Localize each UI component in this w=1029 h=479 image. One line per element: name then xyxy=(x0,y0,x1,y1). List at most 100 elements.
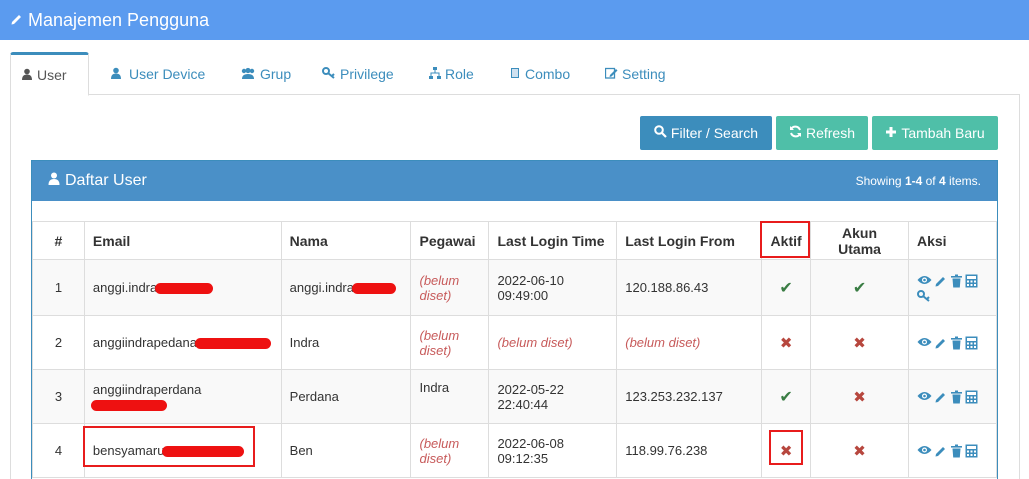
key-icon[interactable] xyxy=(916,289,931,302)
col-aksi: Aksi xyxy=(907,221,998,260)
add-new-button[interactable]: Tambah Baru xyxy=(872,116,998,150)
akun-utama-cross-icon: ✖ xyxy=(810,315,909,370)
table-row: 2 anggiindrapedana Indra (belum diset) (… xyxy=(32,315,998,370)
col-email[interactable]: Email xyxy=(83,221,282,260)
last-login-time-cell: (belum diset) xyxy=(488,315,618,370)
user-icon xyxy=(110,66,126,82)
row-number: 1 xyxy=(32,259,85,316)
col-last-login-from[interactable]: Last Login From xyxy=(616,221,763,260)
table-row: 4 bensyamaru Ben (belum diset) 2022-06-0… xyxy=(32,423,998,478)
refresh-button[interactable]: Refresh xyxy=(776,116,868,150)
refresh-icon xyxy=(789,125,806,141)
tab-combo[interactable]: Combo xyxy=(499,52,580,95)
user-icon xyxy=(48,172,60,190)
nama-cell: Ben xyxy=(280,423,412,478)
table-row: 1 anggi.indra anggi.indra (belum diset) … xyxy=(32,259,998,316)
table-row: 3 anggiindraperdana Perdana Indra 2022-0… xyxy=(32,369,998,424)
tab-user-device[interactable]: User Device xyxy=(100,52,215,95)
login-date: 2022-05-22 xyxy=(497,381,564,397)
row-number: 4 xyxy=(32,423,85,478)
email-cell: anggiindraperdana xyxy=(83,369,282,424)
panel-title: Daftar User xyxy=(65,172,147,189)
edit-pencil-icon[interactable] xyxy=(934,274,948,288)
page-title: Manajemen Pengguna xyxy=(28,9,210,30)
calculator-icon[interactable] xyxy=(965,336,978,350)
last-login-from-cell: (belum diset) xyxy=(616,315,763,370)
tab-grup[interactable]: Grup xyxy=(230,52,301,95)
edit-pencil-icon[interactable] xyxy=(934,336,948,350)
tab-role[interactable]: Role xyxy=(419,52,484,95)
tab-user-label: User xyxy=(37,67,67,83)
redaction-mark xyxy=(195,338,272,350)
view-eye-icon[interactable] xyxy=(917,390,932,404)
calculator-icon[interactable] xyxy=(965,390,978,404)
email-cell: bensyamaru xyxy=(83,423,282,478)
col-pegawai[interactable]: Pegawai xyxy=(410,221,490,260)
aktif-cross-icon: ✖ xyxy=(761,315,812,370)
add-new-label: Tambah Baru xyxy=(901,125,985,141)
login-time: 22:40:44 xyxy=(497,396,549,412)
filter-search-button[interactable]: Filter / Search xyxy=(640,116,772,150)
pegawai-cell: Indra xyxy=(410,369,490,424)
user-table: # Email Nama Pegawai Last Login Time Las… xyxy=(32,221,998,478)
col-last-login-time[interactable]: Last Login Time xyxy=(488,221,618,260)
trash-icon[interactable] xyxy=(950,336,963,350)
last-login-time-cell: 2022-06-10 09:49:00 xyxy=(488,259,618,316)
aktif-check-icon: ✔ xyxy=(761,369,812,424)
edit-pencil-icon[interactable] xyxy=(934,444,948,458)
aksi-cell xyxy=(907,259,998,316)
email-text: anggi.indra xyxy=(92,280,158,295)
last-login-from-cell: 120.188.86.43 xyxy=(616,259,763,316)
email-text: bensyamaru xyxy=(92,443,165,458)
pegawai-cell: (belum diset) xyxy=(410,259,490,316)
pegawai-cell: (belum diset) xyxy=(410,423,490,478)
row-number: 3 xyxy=(32,369,85,424)
search-icon xyxy=(654,125,671,141)
summary-suffix: items. xyxy=(945,174,981,188)
last-login-time-cell: 2022-05-22 22:40:44 xyxy=(488,369,618,424)
calculator-icon[interactable] xyxy=(965,274,978,288)
nama-cell: Indra xyxy=(280,315,412,370)
row-number: 2 xyxy=(32,315,85,370)
trash-icon[interactable] xyxy=(950,274,963,288)
view-eye-icon[interactable] xyxy=(917,336,932,350)
view-eye-icon[interactable] xyxy=(917,444,932,458)
edit-icon xyxy=(604,66,622,82)
col-akun-utama[interactable]: Akun Utama xyxy=(810,221,909,260)
sitemap-icon xyxy=(429,66,445,82)
akun-utama-cross-icon: ✖ xyxy=(810,423,909,478)
items-summary: Showing 1-4 of 4 items. xyxy=(856,174,981,188)
redaction-mark xyxy=(351,283,396,295)
col-aktif[interactable]: Aktif xyxy=(761,221,812,260)
trash-icon[interactable] xyxy=(950,444,963,458)
nama-cell: Perdana xyxy=(280,369,412,424)
tab-role-label: Role xyxy=(445,65,474,82)
tab-privilege-label: Privilege xyxy=(340,65,394,82)
email-text: anggiindrapedana xyxy=(92,335,198,350)
redaction-mark xyxy=(155,283,214,295)
email-text: anggiindraperdana xyxy=(92,381,202,397)
calculator-icon[interactable] xyxy=(965,444,978,458)
trash-icon[interactable] xyxy=(950,390,963,404)
col-number[interactable]: # xyxy=(32,221,85,260)
email-cell: anggiindrapedana xyxy=(83,315,282,370)
summary-range: 1-4 xyxy=(904,174,923,188)
tab-user[interactable]: User xyxy=(10,52,89,96)
panel-header: Daftar User Showing 1-4 of 4 items. xyxy=(32,161,997,201)
table-header-row: # Email Nama Pegawai Last Login Time Las… xyxy=(32,221,998,260)
login-time: 09:12:35 xyxy=(497,450,549,466)
key-icon xyxy=(322,66,340,82)
edit-pencil-icon[interactable] xyxy=(934,390,948,404)
users-icon xyxy=(240,66,260,82)
tab-privilege[interactable]: Privilege xyxy=(312,52,404,95)
aksi-cell xyxy=(907,315,998,370)
redaction-mark xyxy=(162,446,245,458)
view-eye-icon[interactable] xyxy=(917,274,932,288)
tab-setting[interactable]: Setting xyxy=(595,52,676,95)
akun-utama-check-icon: ✔ xyxy=(810,259,909,316)
login-date: 2022-06-08 xyxy=(497,435,564,451)
tab-bar: User User Device Grup Privilege Role Com… xyxy=(10,52,1020,96)
refresh-label: Refresh xyxy=(805,125,856,141)
col-nama[interactable]: Nama xyxy=(280,221,412,260)
redaction-mark xyxy=(90,399,167,411)
